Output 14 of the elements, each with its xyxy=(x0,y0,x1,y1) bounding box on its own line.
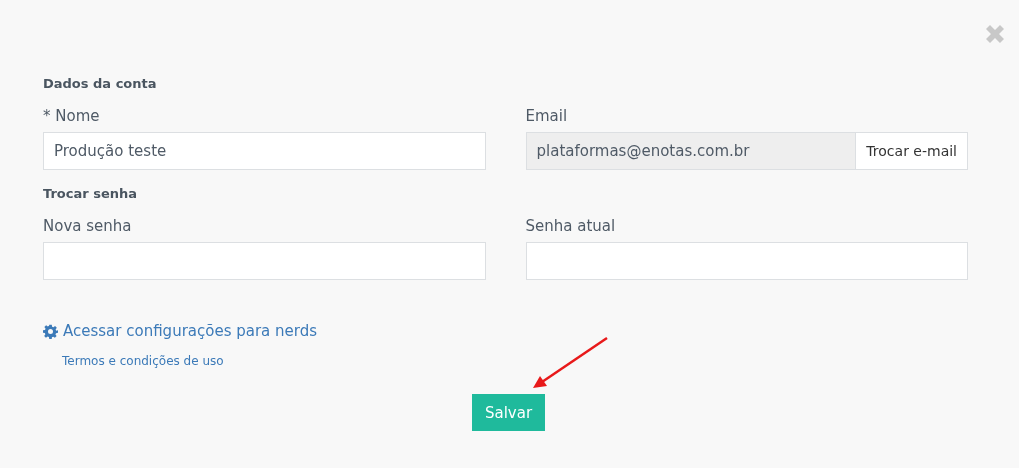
change-email-button[interactable]: Trocar e-mail xyxy=(856,132,968,170)
field-label: * Nome xyxy=(43,106,101,126)
field-label: Email xyxy=(525,106,569,126)
section-heading: Trocar senha xyxy=(43,185,139,203)
field-label: Nova senha xyxy=(43,216,133,236)
current-password-field[interactable] xyxy=(525,242,968,280)
field-label: Senha atual xyxy=(525,216,617,236)
name-field[interactable]: Produção teste xyxy=(43,132,486,170)
new-password-field[interactable] xyxy=(43,242,486,280)
save-button[interactable]: Salvar xyxy=(471,394,546,431)
terms-link[interactable]: Termos e condições de uso xyxy=(62,354,224,368)
section-heading: Dados da conta xyxy=(43,75,158,93)
email-field[interactable]: plataformas@enotas.com.br xyxy=(525,132,857,170)
gear-icon xyxy=(43,323,58,339)
